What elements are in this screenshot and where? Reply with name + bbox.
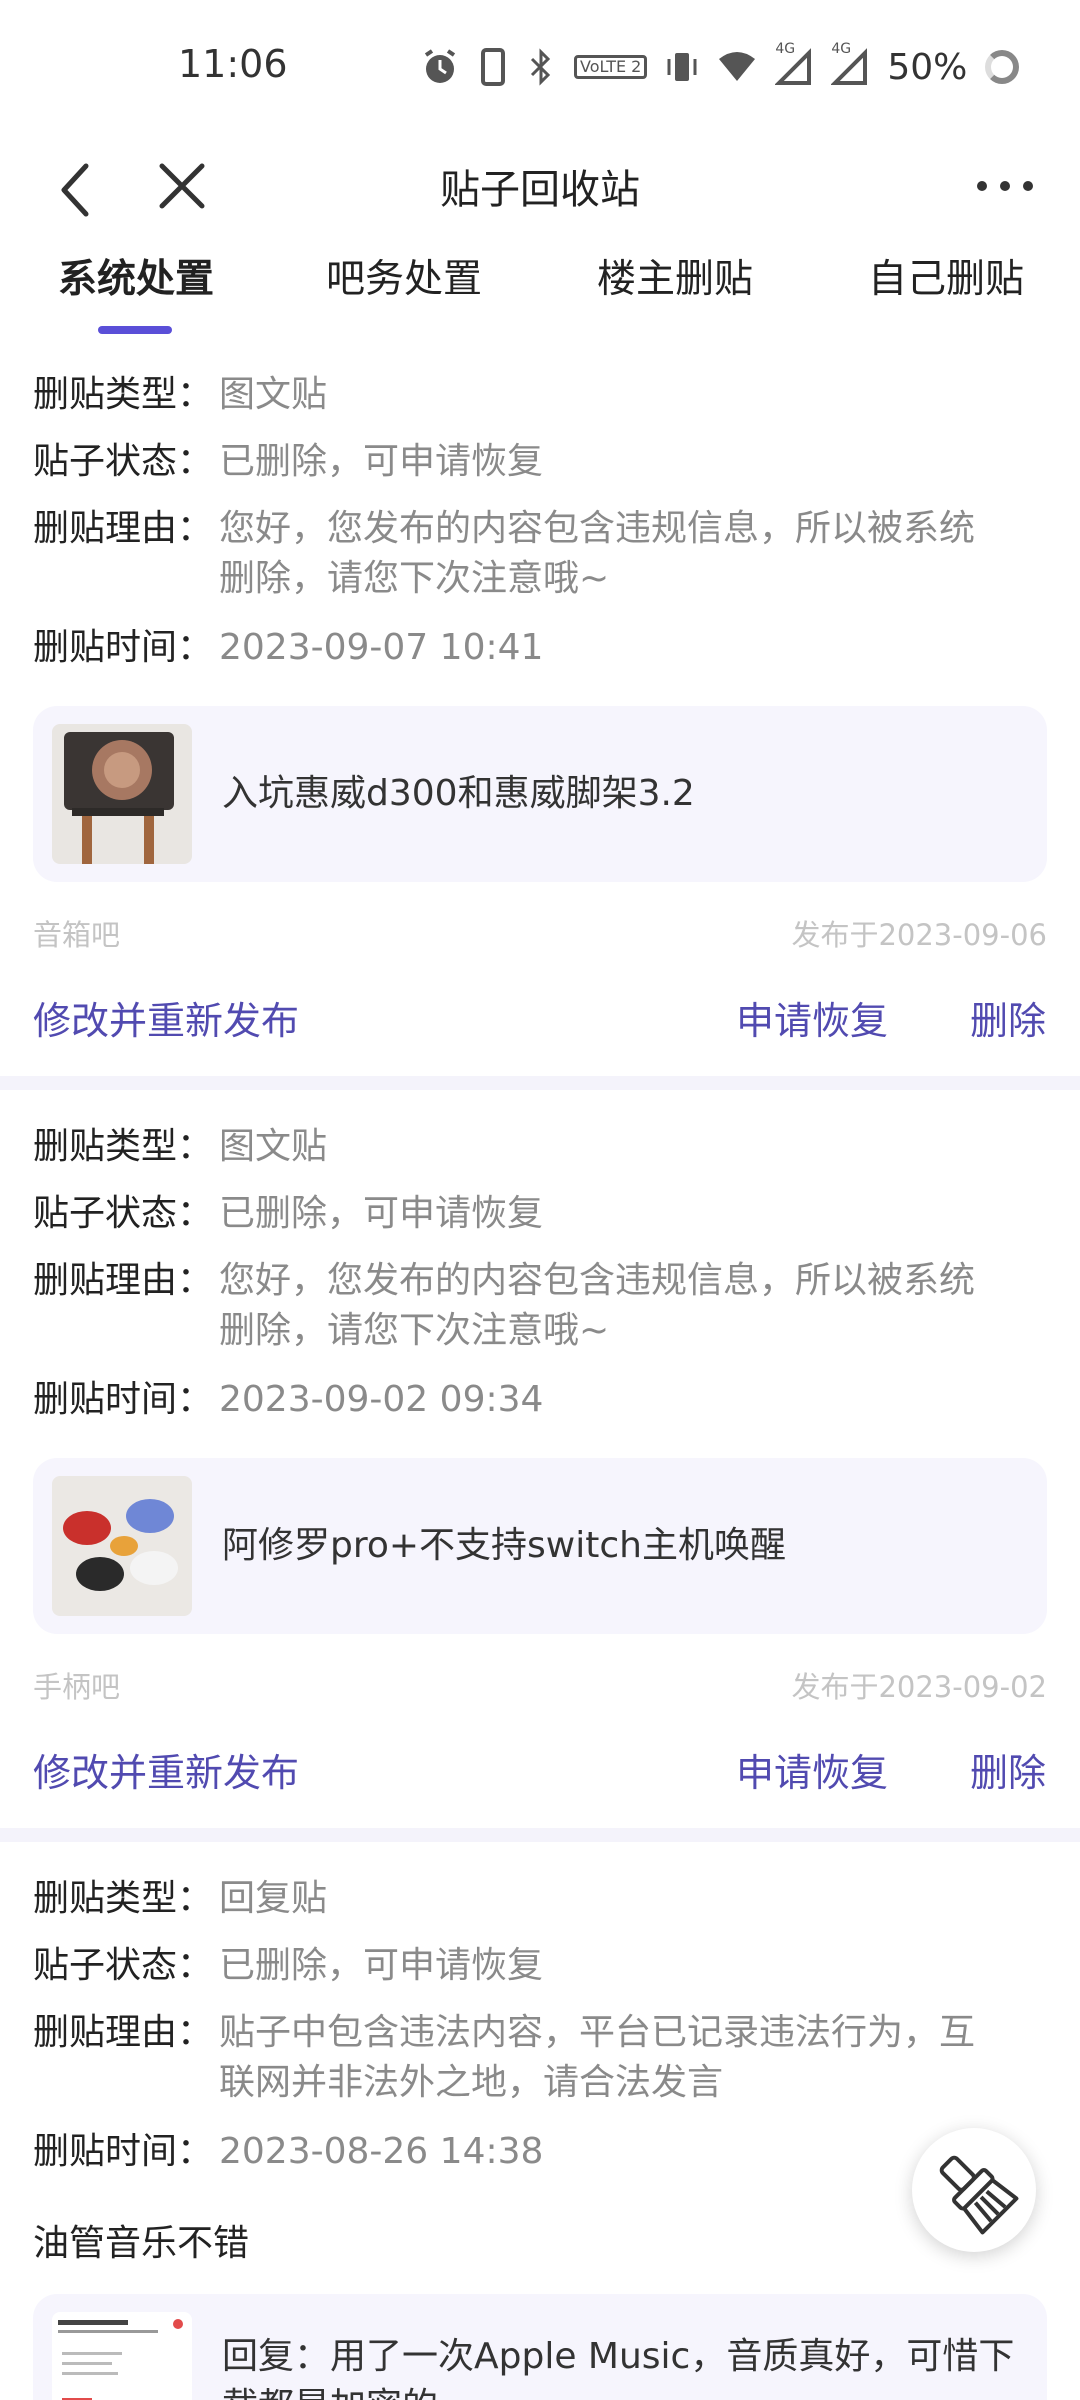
post-thumbnail [52, 724, 192, 864]
post-title: 回复：用了一次Apple Music，音质真好，可惜下载都是加密的 [222, 2336, 1015, 2400]
tab-op-deleted[interactable]: 楼主删贴 [597, 250, 753, 310]
reason-label: 删贴理由： [33, 2012, 214, 2053]
reason-value: 您好，您发布的内容包含违规信息，所以被系统删除，请您下次注意哦~ [219, 1260, 976, 1351]
time-value: 2023-09-02 09:34 [219, 1379, 544, 1420]
publish-date: 发布于2023-09-06 [791, 918, 1047, 952]
time-value: 2023-09-07 10:41 [219, 627, 544, 668]
broom-icon [939, 2155, 1019, 2235]
more-icon[interactable] [960, 150, 1050, 230]
post-preview[interactable]: 阿修罗pro+不支持switch主机唤醒 [33, 1458, 1047, 1634]
time-label: 删贴时间： [33, 627, 214, 668]
request-restore-button[interactable]: 申请恢复 [736, 1742, 888, 1797]
status-bar: 11:06 VoLTE 2 4G 4G 50% [0, 0, 1080, 130]
status-label: 贴子状态： [33, 1193, 214, 1234]
post-preview[interactable]: 回复：用了一次Apple Music，音质真好，可惜下载都是加密的 [33, 2294, 1047, 2400]
status-label: 贴子状态： [33, 1945, 214, 1986]
phone-icon [481, 48, 505, 86]
delete-button[interactable]: 删除 [970, 990, 1046, 1045]
post-thumbnail [52, 2312, 192, 2400]
bluetooth-icon [530, 48, 551, 86]
card-divider [0, 1828, 1080, 1842]
forum-name[interactable]: 音箱吧 [33, 912, 120, 954]
time-value: 2023-08-26 14:38 [219, 2131, 544, 2172]
card-divider [0, 1076, 1080, 1090]
deleted-post-card: 删贴类型： 图文贴 贴子状态： 已删除，可申请恢复 删贴理由： 您好，您发布的内… [0, 1122, 1080, 1822]
type-value: 回复贴 [219, 1878, 328, 1919]
delete-button[interactable]: 删除 [970, 1742, 1046, 1797]
tab-self-deleted[interactable]: 自己删贴 [868, 250, 1024, 310]
status-time: 11:06 [178, 42, 288, 86]
edit-republish-button[interactable]: 修改并重新发布 [33, 990, 299, 1045]
type-label: 删贴类型： [33, 1126, 214, 1167]
type-label: 删贴类型： [33, 374, 214, 415]
clean-fab-button[interactable] [912, 2128, 1036, 2252]
post-thumbnail [52, 1476, 192, 1616]
request-restore-button[interactable]: 申请恢复 [736, 990, 888, 1045]
tab-indicator [98, 326, 172, 334]
forum-name[interactable]: 手柄吧 [33, 1664, 120, 1706]
time-label: 删贴时间： [33, 2131, 214, 2172]
wifi-icon [719, 52, 756, 81]
type-value: 图文贴 [219, 374, 328, 415]
post-title: 阿修罗pro+不支持switch主机唤醒 [222, 1525, 786, 1566]
post-title: 入坑惠威d300和惠威脚架3.2 [222, 773, 695, 814]
status-icons: VoLTE 2 4G 4G 50% [420, 41, 1020, 92]
status-value: 已删除，可申请恢复 [219, 1193, 544, 1234]
tab-forum-admin[interactable]: 吧务处置 [326, 250, 482, 310]
reason-value: 您好，您发布的内容包含违规信息，所以被系统删除，请您下次注意哦~ [219, 508, 976, 599]
status-value: 已删除，可申请恢复 [219, 1945, 544, 1986]
time-label: 删贴时间： [33, 1379, 214, 1420]
signal-1-icon: 4G [775, 41, 813, 87]
alarm-icon [424, 49, 456, 83]
battery-icon [985, 50, 1020, 84]
edit-republish-button[interactable]: 修改并重新发布 [33, 1742, 299, 1797]
publish-date: 发布于2023-09-02 [791, 1670, 1047, 1704]
reason-label: 删贴理由： [33, 1260, 214, 1301]
tab-bar: 系统处置 吧务处置 楼主删贴 自己删贴 [0, 250, 1080, 350]
type-label: 删贴类型： [33, 1878, 214, 1919]
battery-percent: 50% [887, 46, 968, 88]
reason-value: 贴子中包含违法内容，平台已记录违法行为，互联网并非法外之地，请合法发言 [219, 2012, 976, 2103]
type-value: 图文贴 [219, 1126, 328, 1167]
volte-icon: VoLTE 2 [574, 55, 648, 79]
reason-label: 删贴理由： [33, 508, 214, 549]
status-value: 已删除，可申请恢复 [219, 441, 544, 482]
reply-content: 油管音乐不错 [33, 2223, 250, 2264]
post-preview[interactable]: 入坑惠威d300和惠威脚架3.2 [33, 706, 1047, 882]
deleted-post-card: 删贴类型： 图文贴 贴子状态： 已删除，可申请恢复 删贴理由： 您好，您发布的内… [0, 370, 1080, 1070]
nav-bar: 贴子回收站 [0, 130, 1080, 260]
signal-2-icon: 4G [831, 41, 869, 87]
status-label: 贴子状态： [33, 441, 214, 482]
tab-system[interactable]: 系统处置 [58, 250, 214, 310]
page-title: 贴子回收站 [440, 167, 640, 213]
vibrate-icon [667, 53, 697, 81]
